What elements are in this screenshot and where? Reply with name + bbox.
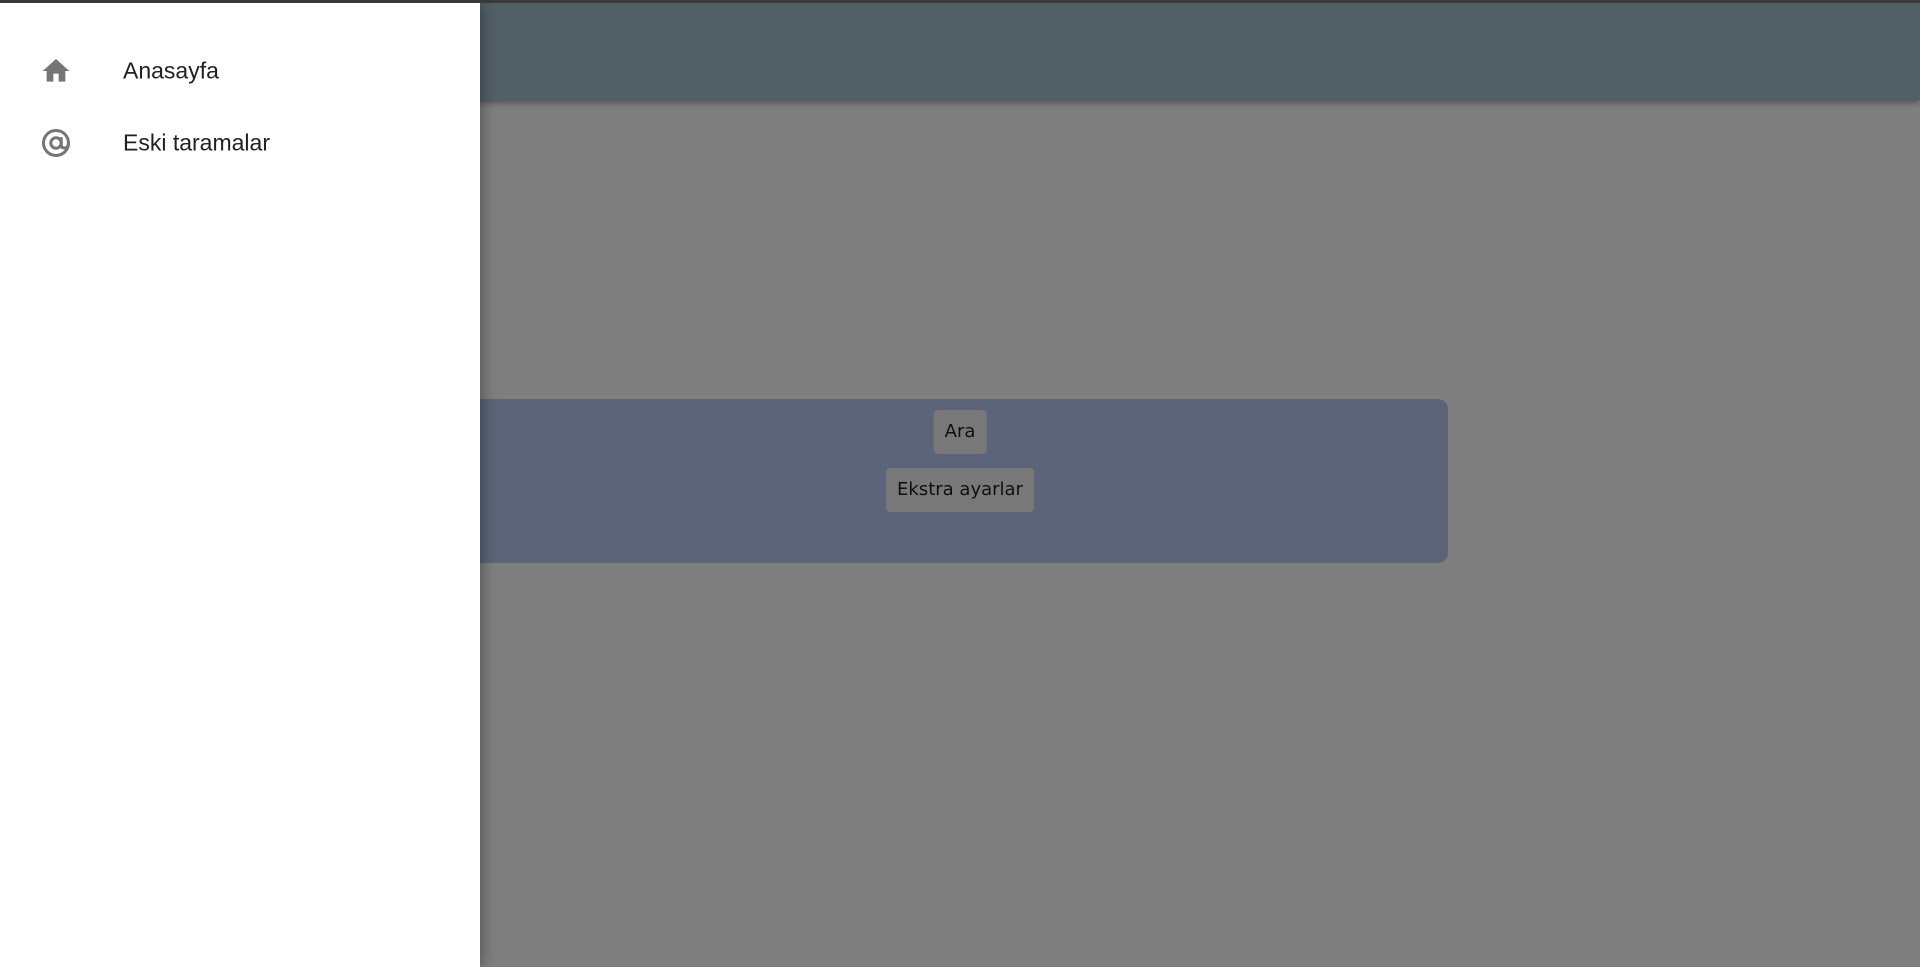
navigation-drawer: Anasayfa Eski taramalar [0,3,480,967]
drawer-item-old-scans[interactable]: Eski taramalar [0,107,480,179]
at-sign-icon [40,127,72,159]
home-icon [40,55,72,87]
window-top-border [0,0,1920,3]
app-root: Ara Ekstra ayarlar Anasayfa Eski taramal… [0,0,1920,967]
drawer-item-label: Anasayfa [123,57,219,84]
drawer-item-home[interactable]: Anasayfa [0,35,480,107]
drawer-item-label: Eski taramalar [123,129,270,156]
